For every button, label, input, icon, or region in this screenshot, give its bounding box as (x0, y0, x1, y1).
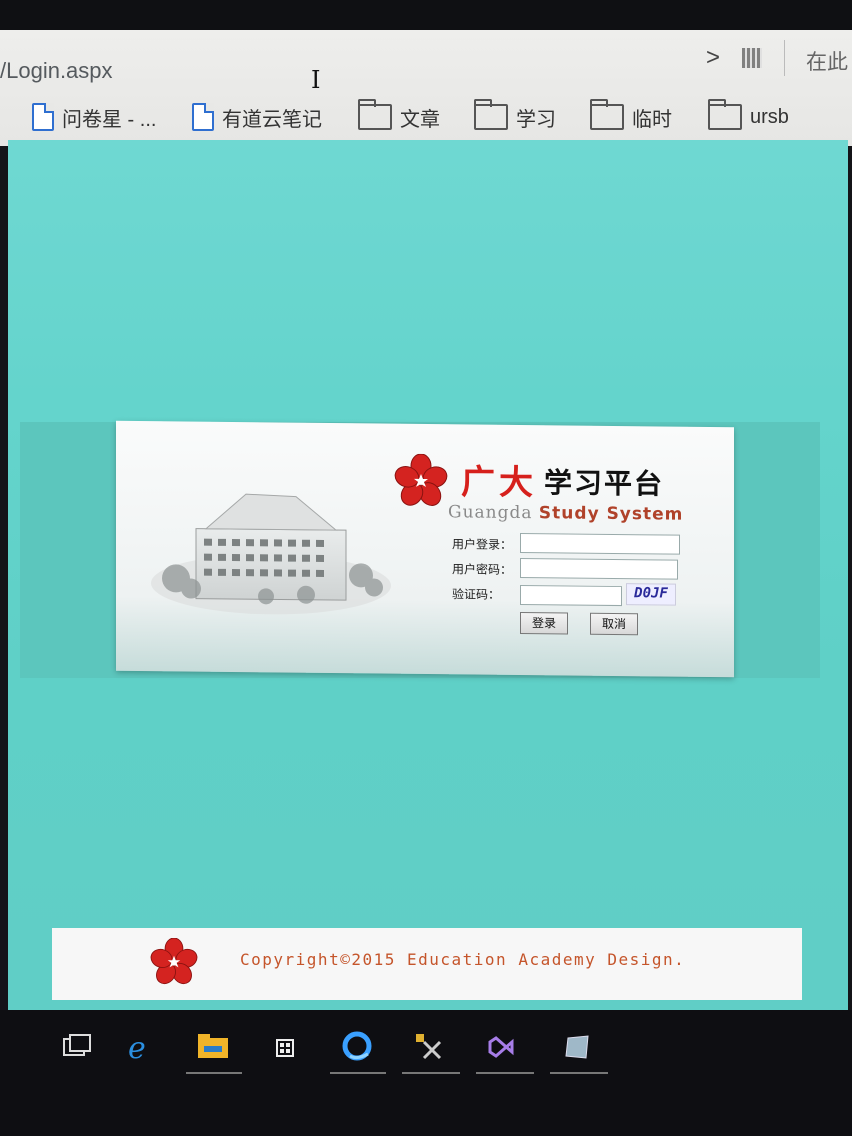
captcha-input[interactable] (520, 584, 622, 607)
username-label: 用户登录： (452, 537, 513, 552)
search-box[interactable]: 在此 (806, 46, 848, 76)
cancel-button[interactable]: 取消 (590, 612, 638, 636)
toolbar-divider (784, 40, 785, 76)
page-footer: Copyright©2015 Education Academy Design. (52, 928, 802, 1000)
flower-logo-icon (394, 453, 448, 506)
document-icon (192, 103, 214, 131)
active-app-indicator (550, 1072, 608, 1074)
folder-icon (358, 99, 392, 130)
text-cursor-icon: I (311, 66, 321, 94)
address-bar[interactable]: /Login.aspx (0, 58, 113, 84)
captcha-image[interactable]: D0JF (626, 583, 676, 606)
english-subtitle: Guangda Study System (448, 502, 683, 524)
captcha-label: 验证码： (452, 587, 501, 602)
bookmark-ursb[interactable]: ursb (708, 99, 789, 134)
tools-icon[interactable] (412, 1030, 446, 1064)
bookmark-label: ursb (750, 105, 789, 128)
username-input[interactable] (520, 532, 680, 555)
edge-browser-icon[interactable]: e (124, 1030, 158, 1064)
app-icon[interactable] (560, 1030, 594, 1064)
monitor-bezel (0, 0, 852, 30)
subtitle-guangda: Guangda (448, 502, 533, 524)
campus-building-image (151, 493, 391, 615)
chevron-right-icon[interactable]: > (706, 44, 720, 72)
windows-taskbar: e (0, 1010, 852, 1136)
bookmark-label: 学习 (516, 108, 556, 131)
folder-icon (590, 99, 624, 130)
flower-logo-icon (150, 938, 198, 985)
bookmark-label: 有道云笔记 (222, 108, 322, 131)
task-view-icon[interactable] (60, 1030, 94, 1064)
active-app-indicator (402, 1072, 460, 1074)
copyright-text: Copyright©2015 Education Academy Design. (240, 950, 686, 969)
bookmark-youdao[interactable]: 有道云笔记 (192, 100, 322, 134)
password-label: 用户密码： (452, 562, 513, 577)
subtitle-study-system: Study System (538, 503, 684, 525)
visual-studio-icon[interactable] (486, 1030, 520, 1064)
document-icon (32, 103, 54, 131)
password-input[interactable] (520, 557, 678, 580)
qq-browser-icon[interactable] (340, 1030, 374, 1064)
active-app-indicator (476, 1072, 534, 1074)
bookmark-articles[interactable]: 文章 (358, 99, 440, 134)
bookmark-study[interactable]: 学习 (474, 99, 556, 134)
bookmark-label: 临时 (632, 108, 672, 131)
folder-icon (474, 99, 508, 130)
brand-title: 广大 (461, 462, 537, 504)
folder-icon (708, 99, 742, 130)
bookmark-label: 问卷星 - ... (62, 108, 157, 131)
svg-text:e: e (128, 1031, 146, 1064)
bookmark-temp[interactable]: 临时 (590, 99, 672, 134)
bookmark-wenjuanxing[interactable]: 问卷星 - ... (32, 100, 156, 134)
active-app-indicator (186, 1072, 242, 1074)
file-explorer-icon[interactable] (196, 1030, 230, 1064)
qr-code-icon[interactable] (742, 48, 762, 68)
active-app-indicator (330, 1072, 386, 1074)
bookmark-label: 文章 (400, 108, 440, 131)
login-button[interactable]: 登录 (520, 611, 568, 635)
platform-title: 学习平台 (544, 466, 665, 501)
store-icon[interactable] (268, 1030, 302, 1064)
login-panel: 广大 学习平台 Guangda Study System 用户登录： 用户密码：… (116, 420, 734, 678)
